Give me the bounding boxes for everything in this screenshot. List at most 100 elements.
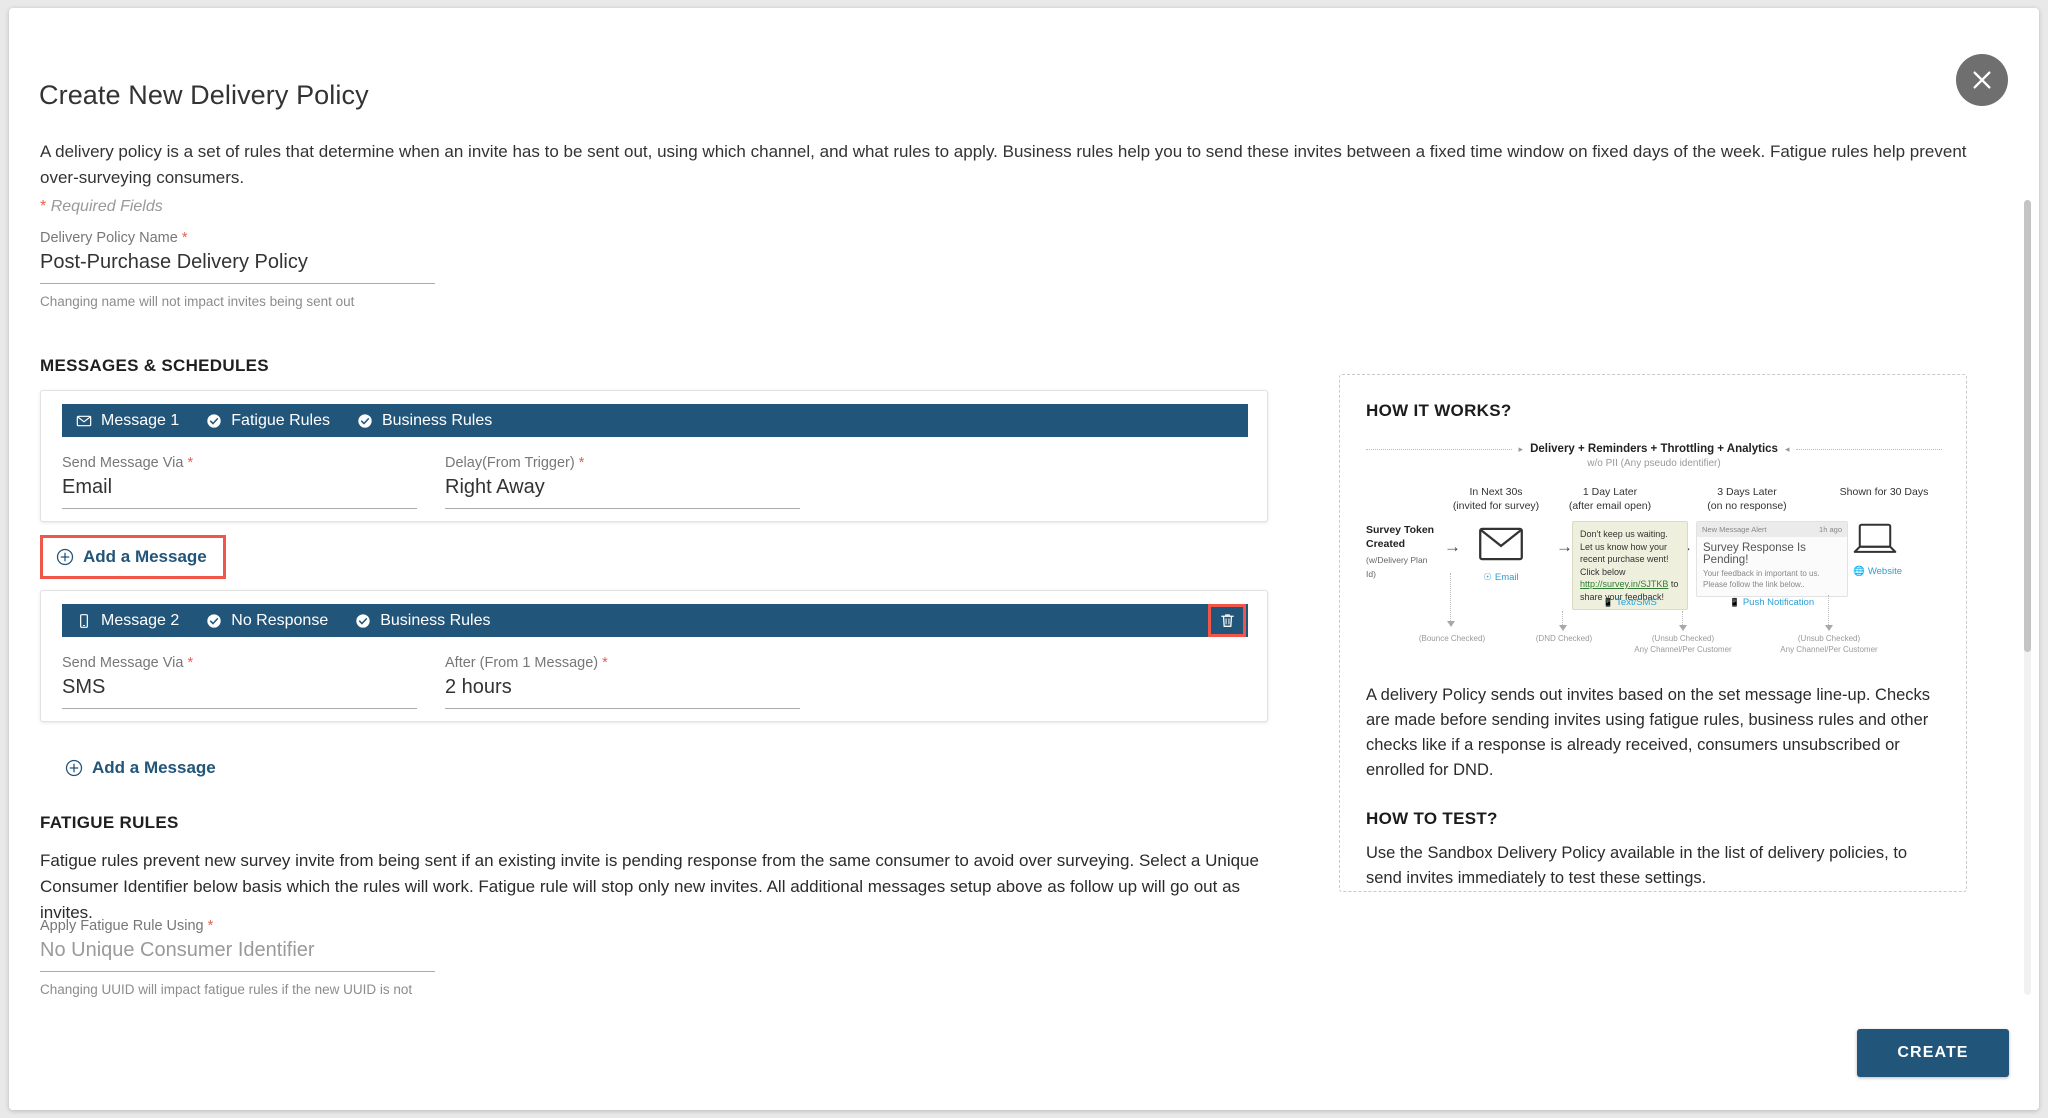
close-button[interactable] xyxy=(1956,54,2008,106)
diagram-step-0-time: In Next 30s (invited for survey) xyxy=(1452,486,1540,512)
diagram-push-card: New Message Alert 1h ago Survey Response… xyxy=(1696,521,1848,597)
diagram-tick-2 xyxy=(1679,611,1687,631)
at-icon: ☉ xyxy=(1483,572,1492,583)
laptop-icon xyxy=(1853,523,1897,553)
check-circle-icon xyxy=(207,413,221,428)
message-2-channel-select[interactable]: SMS xyxy=(62,676,417,709)
envelope-icon xyxy=(76,415,92,426)
message-1-channel-label: Send Message Via * xyxy=(62,455,194,471)
check-circle-icon xyxy=(358,413,372,428)
diagram-dotted-line-right xyxy=(1796,448,1942,450)
message-2-tag-label-0: No Response xyxy=(231,611,329,629)
message-2-tag-business: Business Rules xyxy=(355,611,491,630)
fatigue-description: Fatigue rules prevent new survey invite … xyxy=(40,851,1259,922)
messages-section-heading: MESSAGES & SCHEDULES xyxy=(40,356,269,375)
how-it-works-panel: HOW IT WORKS? ▸ Delivery + Reminders + T… xyxy=(1339,374,1967,892)
diagram-tick-3 xyxy=(1825,595,1833,631)
plus-circle-icon xyxy=(65,759,83,777)
message-1-channel: Message 1 xyxy=(76,412,179,430)
message-1-channel-field: Send Message Via * Email xyxy=(62,455,417,509)
message-2-channel-field: Send Message Via * SMS xyxy=(62,655,417,709)
delivery-policy-name-field: Delivery Policy Name * Post-Purchase Del… xyxy=(40,230,435,311)
message-2-channel: Message 2 xyxy=(76,612,179,630)
diagram-banner: ▸ Delivery + Reminders + Throttling + An… xyxy=(1366,443,1942,455)
diagram-step-1-channel: 📱 Text/SMS xyxy=(1603,597,1657,608)
add-message-button[interactable]: Add a Message xyxy=(65,758,216,778)
how-to-test-body: Use the Sandbox Delivery Policy availabl… xyxy=(1366,844,1908,887)
message-1-delay-label: Delay(From Trigger) * xyxy=(445,455,585,471)
message-2-after-label: After (From 1 Message) * xyxy=(445,655,608,671)
message-2-after-field: After (From 1 Message) * 2 hours xyxy=(445,655,800,709)
message-1-header: Message 1 Fatigue Rules Business Rules xyxy=(62,404,1248,437)
diagram-arrow-0-icon: → xyxy=(1444,537,1461,556)
fatigue-uuid-select[interactable]: No Unique Consumer Identifier xyxy=(40,939,435,972)
triangle-left-icon: ◂ xyxy=(1784,443,1790,454)
message-1-delay-select[interactable]: Right Away xyxy=(445,476,800,509)
diagram-banner-text: Delivery + Reminders + Throttling + Anal… xyxy=(1530,443,1778,455)
page-title: Create New Delivery Policy xyxy=(39,80,369,111)
diagram-step-2-time: 3 Days Later (on no response) xyxy=(1707,486,1787,512)
modal-footer: CREATE xyxy=(9,1000,2039,1110)
diagram-step-3-time: Shown for 30 Days xyxy=(1839,486,1929,498)
mobile-icon xyxy=(80,613,88,628)
globe-icon: 🌐 xyxy=(1853,566,1865,577)
diagram-step-2-footnote: (Unsub Checked) Any Channel/Per Customer xyxy=(1634,634,1732,654)
add-message-button-highlighted[interactable]: Add a Message xyxy=(40,535,226,579)
diagram-step-0-footnote: (Bounce Checked) xyxy=(1418,634,1486,643)
scrollbar-thumb[interactable] xyxy=(2024,200,2031,652)
delete-message-2-button[interactable] xyxy=(1208,604,1246,637)
message-1-title: Message 1 xyxy=(101,411,180,429)
add-message-label: Add a Message xyxy=(92,758,216,777)
message-card-2: Message 2 No Response Business Rules Sen… xyxy=(40,590,1268,722)
policy-description: A delivery policy is a set of rules that… xyxy=(40,142,1967,187)
diagram-sms-link[interactable]: http://survey.in/SJTKB xyxy=(1580,579,1668,589)
diagram-step-3-channel: 🌐 Website xyxy=(1853,566,1902,577)
create-button[interactable]: CREATE xyxy=(1857,1029,2009,1077)
message-1-tag-label-1: Business Rules xyxy=(381,411,493,429)
message-1-delay-field: Delay(From Trigger) * Right Away xyxy=(445,455,800,509)
mobile-icon: 📱 xyxy=(1603,598,1614,607)
message-1-tag-fatigue: Fatigue Rules xyxy=(206,412,330,430)
diagram-tick-1 xyxy=(1559,611,1567,631)
diagram-step-1-time: 1 Day Later (after email open) xyxy=(1568,486,1652,512)
delivery-policy-name-input[interactable]: Post-Purchase Delivery Policy xyxy=(40,251,435,284)
diagram-email-node: ☉ Email xyxy=(1478,527,1524,583)
diagram-website-node: 🌐 Website xyxy=(1853,523,1902,577)
diagram-push-header: New Message Alert 1h ago xyxy=(1697,522,1847,537)
trash-icon xyxy=(1220,614,1234,627)
message-2-tag-label-1: Business Rules xyxy=(380,611,491,629)
add-message-label: Add a Message xyxy=(83,547,207,566)
how-it-works-body: A delivery Policy sends out invites base… xyxy=(1366,686,1931,779)
diagram-step-1-footnote: (DND Checked) xyxy=(1535,634,1593,643)
fatigue-uuid-label: Apply Fatigue Rule Using * xyxy=(40,918,214,934)
diagram-arrow-1-icon: → xyxy=(1556,537,1573,556)
delivery-policy-name-help: Changing name will not impact invites be… xyxy=(40,294,355,309)
fatigue-uuid-field: Apply Fatigue Rule Using * No Unique Con… xyxy=(40,918,435,1003)
diagram-start-node: Survey Token Created (w/Delivery Plan Id… xyxy=(1366,524,1435,579)
check-circle-icon xyxy=(207,613,221,628)
mobile-icon: 📱 xyxy=(1729,598,1740,607)
message-2-title: Message 2 xyxy=(101,611,180,629)
message-2-channel-label: Send Message Via * xyxy=(62,655,194,671)
create-delivery-policy-modal: Create New Delivery Policy A delivery po… xyxy=(9,8,2039,1110)
diagram-step-3-footnote: (Unsub Checked) Any Channel/Per Customer xyxy=(1780,634,1878,654)
fatigue-section-heading: FATIGUE RULES xyxy=(40,813,179,832)
message-2-header: Message 2 No Response Business Rules xyxy=(62,604,1248,637)
message-1-tag-business: Business Rules xyxy=(357,412,492,430)
message-2-tag-noresponse: No Response xyxy=(206,612,328,630)
diagram-banner-sub: w/o PII (Any pseudo identifier) xyxy=(1587,458,1721,469)
message-1-channel-select[interactable]: Email xyxy=(62,476,417,509)
delivery-policy-name-label: Delivery Policy Name * xyxy=(40,230,188,246)
diagram-dotted-line-left xyxy=(1366,448,1512,450)
message-2-after-select[interactable]: 2 hours xyxy=(445,676,800,709)
close-icon xyxy=(1973,71,1991,89)
triangle-right-icon: ▸ xyxy=(1518,443,1524,454)
message-card-1: Message 1 Fatigue Rules Business Rules S… xyxy=(40,390,1268,522)
diagram-step-2-channel: 📱 Push Notification xyxy=(1729,597,1815,608)
how-it-works-diagram: ▸ Delivery + Reminders + Throttling + An… xyxy=(1366,443,1942,654)
diagram-push-title: Survey Response Is Pending! xyxy=(1703,542,1806,566)
how-to-test-title: HOW TO TEST? xyxy=(1366,809,1498,828)
message-1-tag-label-0: Fatigue Rules xyxy=(231,411,330,429)
diagram-push-body: Your feedback in important to us. Please… xyxy=(1703,569,1820,589)
diagram-step-0-channel: ☉ Email xyxy=(1483,572,1519,583)
